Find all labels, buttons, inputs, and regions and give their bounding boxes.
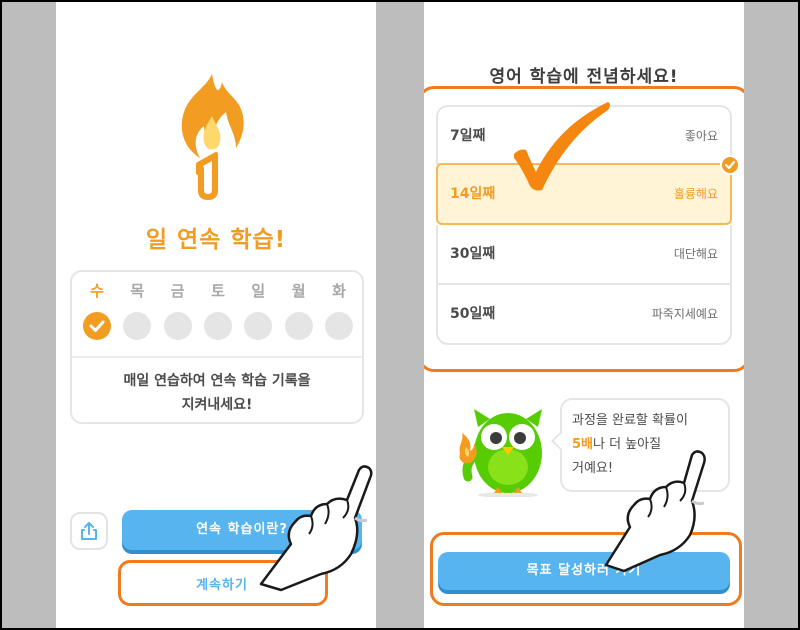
day-empty-circle <box>324 312 353 340</box>
streak-message: 매일 연습하여 연속 학습 기록을 지켜내세요! <box>72 369 362 417</box>
day-label: 수 <box>90 282 104 300</box>
day-label: 목 <box>130 282 145 300</box>
day-label: 토 <box>211 282 225 300</box>
day-empty-circle <box>284 312 313 340</box>
owl-mascot-icon <box>438 397 558 498</box>
share-button[interactable] <box>70 512 108 550</box>
goal-days: 30일째 <box>450 246 496 262</box>
day-done-check-icon <box>83 312 111 340</box>
streak-flame-icon <box>176 72 248 200</box>
annotation-checkmark-icon <box>514 102 610 191</box>
goal-option-30[interactable]: 30일째 대단해요 <box>436 225 732 285</box>
day-empty-circle <box>123 312 152 340</box>
bubble-line: 과정을 완료할 확률이 <box>572 413 688 428</box>
goal-desc: 대단해요 <box>673 247 718 261</box>
day-empty-circle <box>244 312 273 340</box>
goal-option-50[interactable]: 50일째 파죽지세예요 <box>436 285 732 345</box>
day-thu: 목 <box>120 280 154 340</box>
day-label: 금 <box>170 282 185 300</box>
weekday-row: 수 목 금 토 일 월 화 <box>80 280 356 340</box>
message-line: 매일 연습하여 연속 학습 기록을 <box>123 373 311 389</box>
day-label: 월 <box>291 282 306 300</box>
day-label: 일 <box>251 282 266 300</box>
day-empty-circle <box>163 312 192 340</box>
day-mon: 월 <box>282 280 316 340</box>
goal-desc: 훌륭해요 <box>673 187 718 201</box>
day-empty-circle <box>203 312 232 340</box>
goal-days: 50일째 <box>450 306 496 322</box>
goal-title: 영어 학습에 전념하세요! <box>489 67 679 87</box>
weekly-calendar-card: 수 목 금 토 일 월 화 매일 연습하여 연속 학습 기록을 지켜내세요! <box>70 270 364 424</box>
pointing-hand-icon <box>259 465 373 592</box>
day-sat: 토 <box>201 280 235 340</box>
share-icon <box>81 522 97 540</box>
day-fri: 금 <box>161 280 195 340</box>
day-wed: 수 <box>80 280 114 340</box>
day-label: 화 <box>332 282 346 300</box>
selected-check-icon <box>720 155 740 175</box>
goal-desc: 파죽지세예요 <box>651 307 718 321</box>
day-sun: 일 <box>241 280 275 340</box>
bubble-highlight: 5배 <box>572 437 594 452</box>
pointing-hand-icon <box>604 450 706 573</box>
goal-days: 7일째 <box>450 128 486 144</box>
goal-days: 14일째 <box>450 186 496 202</box>
message-line: 지켜내세요! <box>181 397 253 413</box>
card-divider <box>72 356 362 358</box>
streak-title: 일 연속 학습! <box>145 227 287 253</box>
goal-desc: 좋아요 <box>684 129 718 143</box>
day-tue: 화 <box>322 280 356 340</box>
